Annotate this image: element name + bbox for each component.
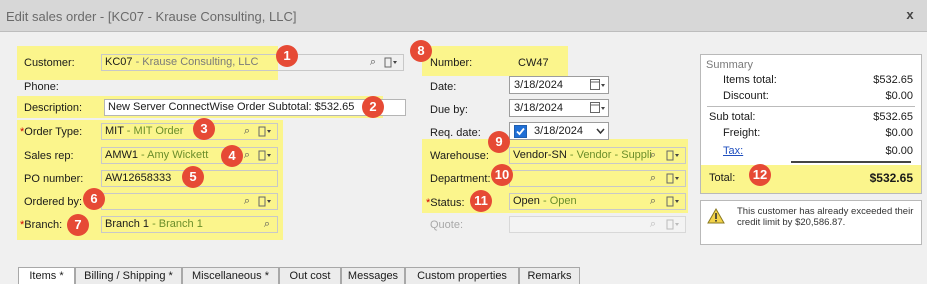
req-date-label: Req. date:	[430, 127, 481, 139]
items-total-label: Items total:	[723, 74, 777, 86]
warning-icon	[707, 208, 725, 224]
customer-label: Customer:	[24, 57, 75, 69]
dropdown-menu-icon	[666, 219, 679, 230]
dropdown-menu-icon[interactable]	[384, 56, 398, 70]
items-total-value: $532.65	[873, 74, 913, 86]
search-icon[interactable]: ⌕	[260, 217, 274, 231]
dropdown-menu-icon[interactable]	[258, 125, 272, 139]
search-icon[interactable]: ⌕	[240, 124, 254, 138]
search-icon[interactable]: ⌕	[646, 171, 660, 185]
date-field[interactable]: 3/18/2024	[509, 76, 609, 94]
number-label: Number:	[430, 57, 473, 69]
dropdown-menu-icon[interactable]	[666, 149, 680, 163]
badge-4: 4	[221, 145, 243, 167]
badge-5: 5	[182, 166, 204, 188]
close-button[interactable]: x	[899, 4, 921, 26]
search-icon[interactable]: ⌕	[366, 55, 380, 69]
customer-field[interactable]: KC07 - Krause Consulting, LLC	[101, 54, 404, 71]
search-icon[interactable]: ⌕	[240, 194, 254, 208]
dropdown-menu-icon[interactable]	[666, 195, 680, 209]
chevron-down-icon[interactable]	[596, 127, 605, 135]
tab-out-cost[interactable]: Out cost	[279, 267, 341, 284]
window-titlebar: Edit sales order - [KC07 - Krause Consul…	[0, 0, 927, 32]
ordered-by-label: Ordered by:	[24, 196, 83, 208]
warehouse-label: Warehouse:	[430, 150, 489, 162]
description-field[interactable]: New Server ConnectWise Order Subtotal: $…	[104, 99, 406, 116]
badge-9: 9	[488, 131, 510, 153]
summary-panel: Summary Items total: $532.65 Discount: $…	[700, 54, 922, 194]
badge-2: 2	[362, 96, 384, 118]
date-label: Date:	[430, 81, 457, 93]
po-number-label: PO number:	[24, 173, 84, 185]
total-value: $532.65	[869, 171, 913, 185]
calendar-dropdown-icon[interactable]	[590, 78, 606, 92]
discount-value: $0.00	[885, 90, 913, 102]
badge-3: 3	[193, 118, 215, 140]
search-icon[interactable]: ⌕	[646, 148, 660, 162]
badge-6: 6	[83, 188, 105, 210]
calendar-dropdown-icon[interactable]	[590, 101, 606, 115]
quote-label: Quote:	[430, 219, 464, 231]
search-icon[interactable]: ⌕	[646, 194, 660, 208]
tab-remarks[interactable]: Remarks	[519, 267, 580, 284]
tab-billing-shipping[interactable]: Billing / Shipping *	[75, 267, 182, 284]
sub-total-label: Sub total:	[709, 111, 756, 123]
req-date-checkbox[interactable]	[514, 125, 527, 138]
tab-miscellaneous[interactable]: Miscellaneous *	[182, 267, 279, 284]
credit-limit-alert: This customer has already exceeded their…	[700, 200, 922, 245]
tab-custom-properties[interactable]: Custom properties	[405, 267, 519, 284]
badge-10: 10	[491, 164, 513, 186]
tab-items[interactable]: Items *	[18, 267, 75, 284]
branch-field[interactable]: Branch 1 - Branch 1	[101, 216, 278, 233]
sales-rep-label: Sales rep:	[24, 150, 74, 162]
due-by-label: Due by:	[430, 104, 468, 116]
badge-7: 7	[67, 214, 89, 236]
tax-link[interactable]: Tax:	[723, 145, 743, 157]
tax-value: $0.00	[885, 145, 913, 157]
description-label: Description:	[24, 102, 83, 114]
due-by-field[interactable]: 3/18/2024	[509, 99, 609, 117]
summary-title: Summary	[706, 59, 754, 71]
search-icon: ⌕	[649, 218, 657, 230]
total-label: Total:	[709, 172, 736, 184]
window-title: Edit sales order - [KC07 - Krause Consul…	[6, 9, 297, 24]
number-value: CW47	[518, 57, 549, 69]
req-date-field[interactable]: 3/18/2024	[509, 122, 609, 140]
total-divider	[791, 161, 911, 163]
status-label: *Status:	[426, 197, 465, 209]
badge-8: 8	[410, 40, 432, 62]
dropdown-menu-icon[interactable]	[258, 195, 272, 209]
phone-label: Phone:	[24, 81, 59, 93]
dropdown-menu-icon[interactable]	[258, 149, 272, 163]
badge-12: 12	[749, 164, 771, 186]
badge-1: 1	[276, 45, 298, 67]
freight-label: Freight:	[723, 127, 761, 139]
sub-total-value: $532.65	[873, 111, 913, 123]
dropdown-menu-icon[interactable]	[666, 172, 680, 186]
tab-messages[interactable]: Messages	[341, 267, 405, 284]
department-label: Department:	[430, 173, 491, 185]
order-type-label: *Order Type:	[20, 126, 83, 138]
summary-divider	[707, 106, 915, 107]
branch-label: *Branch:	[20, 219, 63, 231]
discount-label: Discount:	[723, 90, 769, 102]
badge-11: 11	[470, 190, 492, 212]
alert-text: This customer has already exceeded their…	[737, 206, 914, 228]
freight-value: $0.00	[885, 127, 913, 139]
